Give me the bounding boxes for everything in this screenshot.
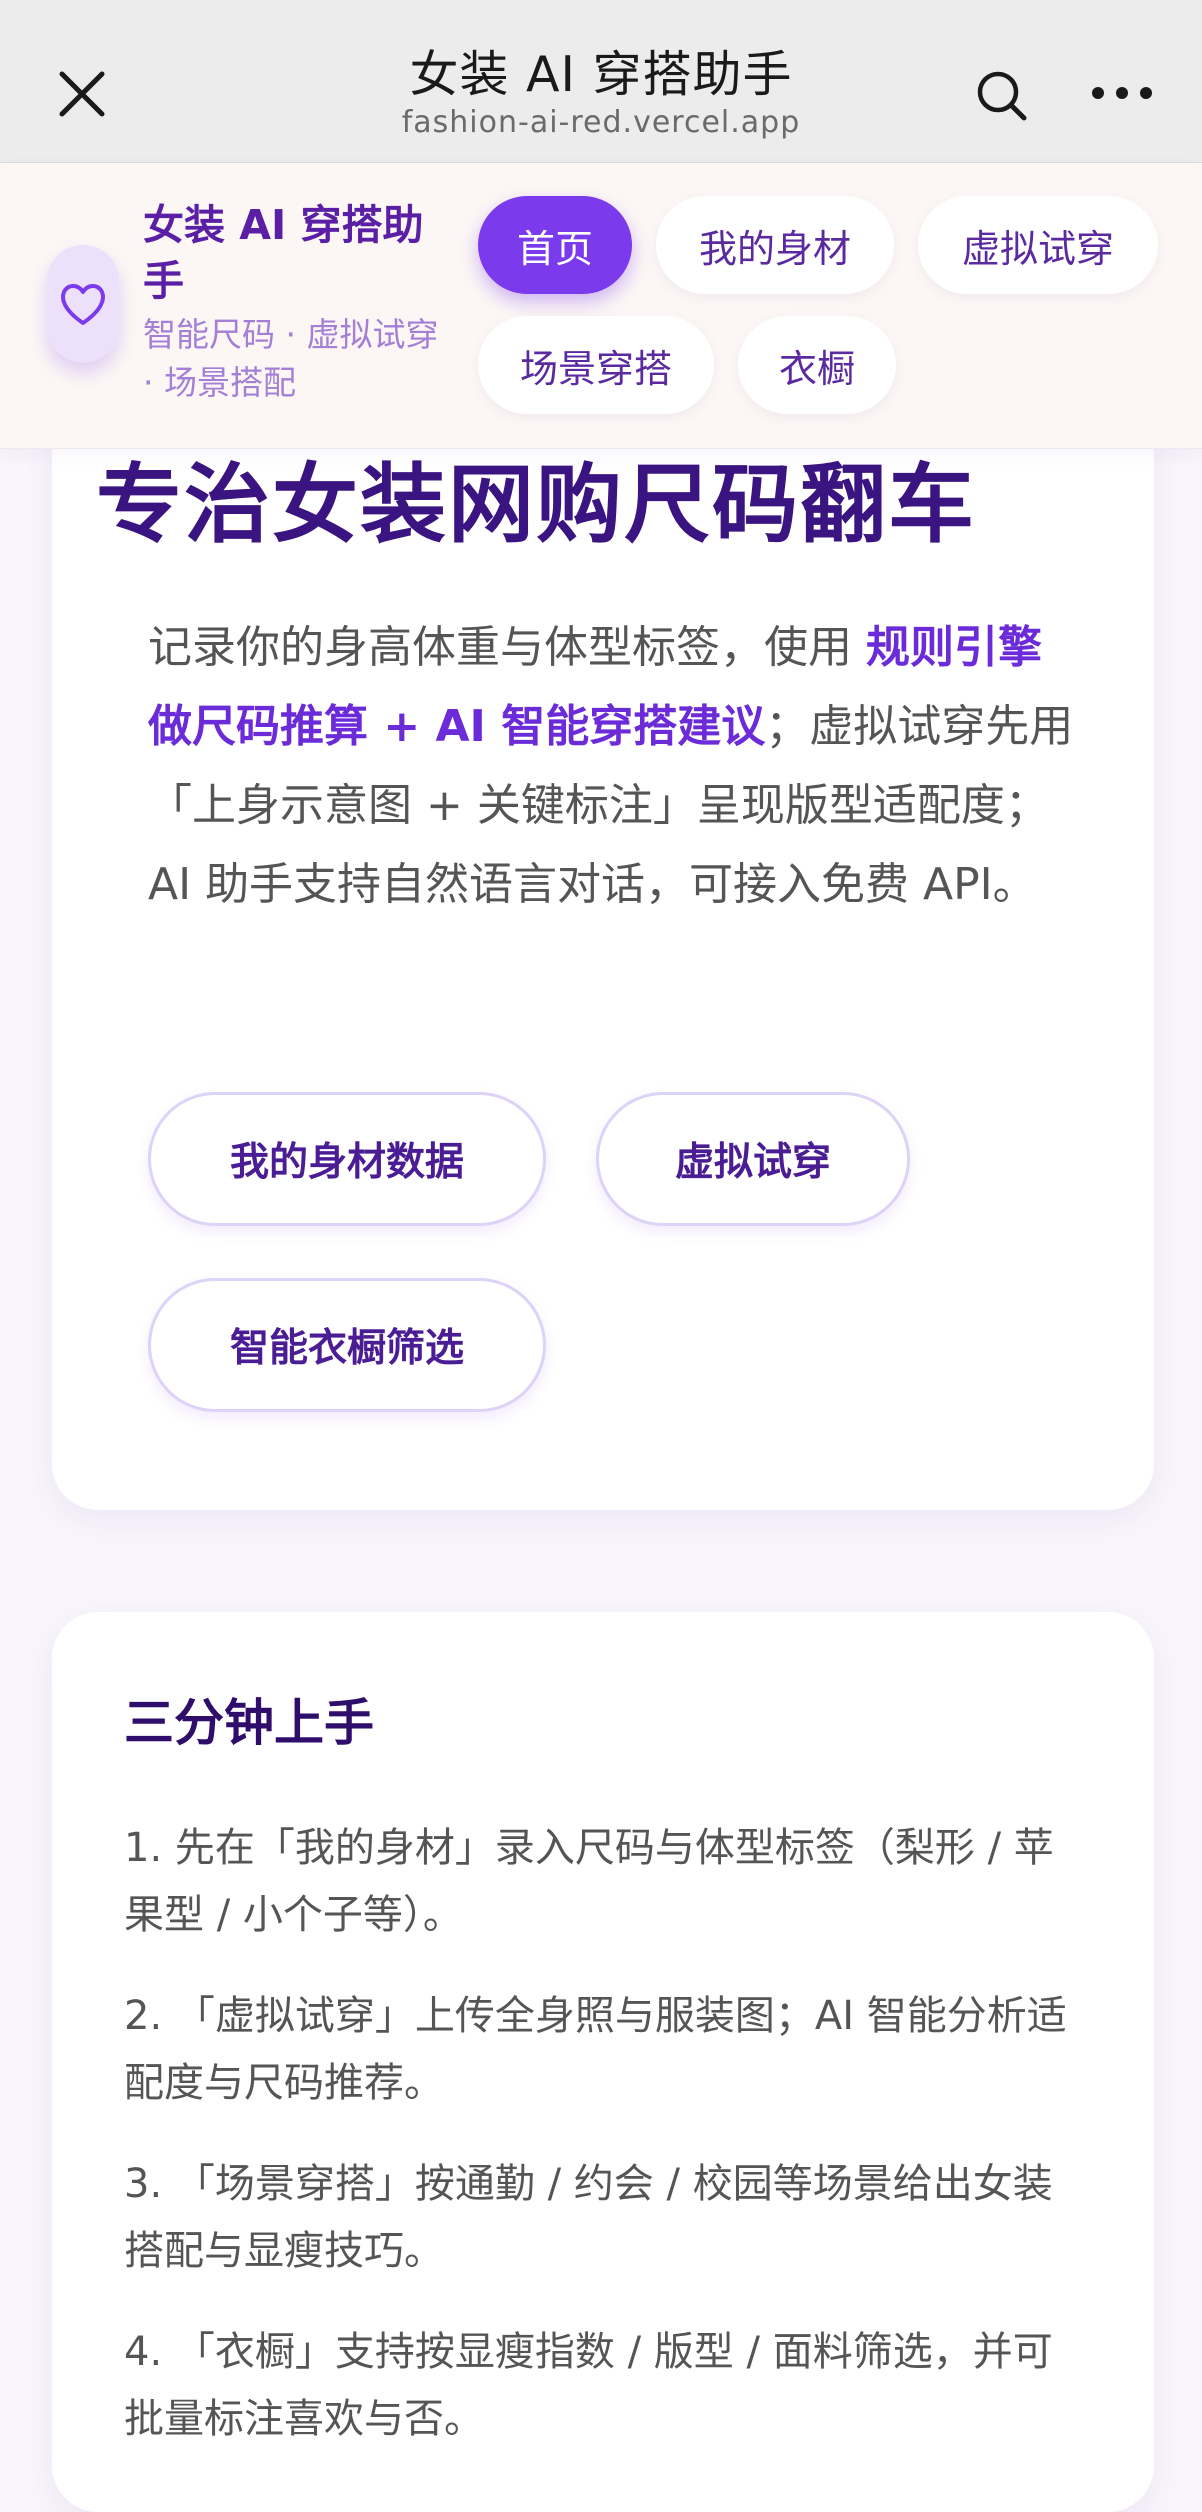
search-icon[interactable] bbox=[972, 66, 1032, 126]
quickstart-heading: 三分钟上手 bbox=[124, 1694, 374, 1752]
more-icon[interactable] bbox=[1090, 78, 1154, 108]
nav-scene-outfits[interactable]: 场景穿搭 bbox=[478, 316, 714, 414]
brand-subtitle: 智能尺码 · 虚拟试穿 · 场景搭配 bbox=[143, 315, 439, 402]
browser-topbar: 女装 AI 穿搭助手 fashion-ai-red.vercel.app bbox=[0, 0, 1202, 163]
app-header: 女装 AI 穿搭助手 智能尺码 · 虚拟试穿 · 场景搭配 首页 我的身材 虚拟… bbox=[0, 163, 1202, 449]
list-item: 1. 先在「我的身材」录入尺码与体型标签（梨形 / 苹果型 / 小个子等）。 bbox=[124, 1825, 1054, 1938]
nav-home[interactable]: 首页 bbox=[478, 196, 632, 294]
my-body-data-button[interactable]: 我的身材数据 bbox=[148, 1092, 546, 1226]
list-item: 3. 「场景穿搭」按通勤 / 约会 / 校园等场景给出女装搭配与显瘦技巧。 bbox=[124, 2161, 1053, 2274]
list-item: 2. 「虚拟试穿」上传全身照与服装图；AI 智能分析适配度与尺码推荐。 bbox=[124, 1993, 1067, 2106]
heart-icon bbox=[61, 284, 105, 325]
app-logo[interactable] bbox=[47, 245, 119, 363]
quickstart-list: 1. 先在「我的身材」录入尺码与体型标签（梨形 / 苹果型 / 小个子等）。 2… bbox=[124, 1815, 1084, 2487]
virtual-tryon-button[interactable]: 虚拟试穿 bbox=[596, 1092, 910, 1226]
nav-virtual-tryon[interactable]: 虚拟试穿 bbox=[918, 196, 1158, 294]
nav-wardrobe[interactable]: 衣橱 bbox=[738, 316, 896, 414]
hero-description: 记录你的身高体重与体型标签，使用 规则引擎做尺码推算 + AI 智能穿搭建议；虚… bbox=[148, 608, 1078, 924]
smart-wardrobe-filter-button[interactable]: 智能衣橱筛选 bbox=[148, 1278, 546, 1412]
hero-desc-text: 记录你的身高体重与体型标签，使用 bbox=[148, 622, 866, 673]
list-item: 4. 「衣橱」支持按显瘦指数 / 版型 / 面料筛选，并可批量标注喜欢与否。 bbox=[124, 2329, 1053, 2442]
brand-title: 女装 AI 穿搭助手 bbox=[143, 201, 424, 305]
nav-my-body[interactable]: 我的身材 bbox=[656, 196, 894, 294]
hero-title: 专治女装网购尺码翻车 bbox=[96, 455, 976, 555]
